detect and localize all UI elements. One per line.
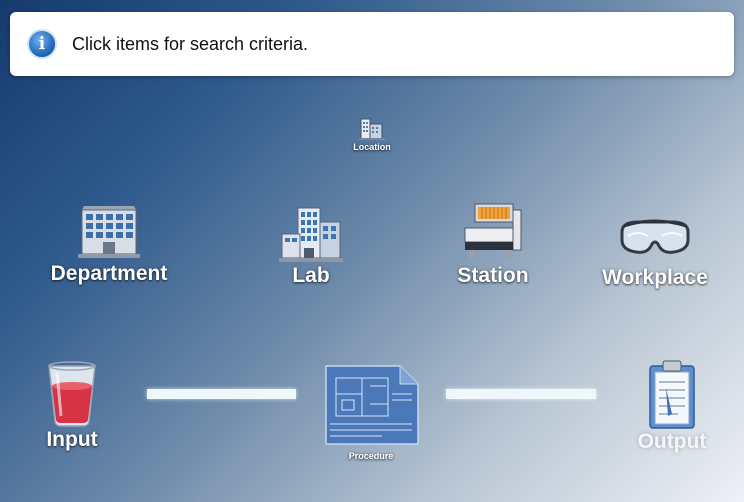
blueprint-icon <box>325 365 419 445</box>
station-label: Station <box>457 264 529 287</box>
input-item[interactable]: Input <box>32 360 112 452</box>
lab-label: Lab <box>292 264 330 287</box>
workplace-label: Workplace <box>602 266 708 289</box>
output-item[interactable]: Output <box>630 358 714 454</box>
department-item[interactable]: Department <box>44 202 174 286</box>
location-item[interactable]: Location <box>350 116 394 152</box>
department-label: Department <box>50 262 168 285</box>
procedure-label: Procedure <box>348 451 394 461</box>
station-item[interactable]: Station <box>448 202 538 288</box>
workplace-item[interactable]: Workplace <box>596 214 714 290</box>
building-cluster-icon <box>359 118 385 140</box>
input-label: Input <box>46 428 98 451</box>
info-icon: i <box>27 29 57 59</box>
connector-input-procedure <box>147 389 296 399</box>
lab-item[interactable]: Lab <box>266 204 356 288</box>
glass-icon <box>48 361 96 427</box>
info-banner: i Click items for search criteria. <box>10 12 734 76</box>
safety-goggles-icon <box>620 219 690 254</box>
location-label: Location <box>353 142 391 152</box>
info-message: Click items for search criteria. <box>72 33 309 54</box>
connector-procedure-output <box>446 389 596 399</box>
lab-building-icon <box>279 207 343 262</box>
workstation-machine-icon <box>464 203 522 258</box>
office-building-icon <box>78 206 140 258</box>
output-label: Output <box>637 430 707 453</box>
clipboard-icon <box>649 360 695 429</box>
procedure-item[interactable]: Procedure <box>316 364 426 461</box>
